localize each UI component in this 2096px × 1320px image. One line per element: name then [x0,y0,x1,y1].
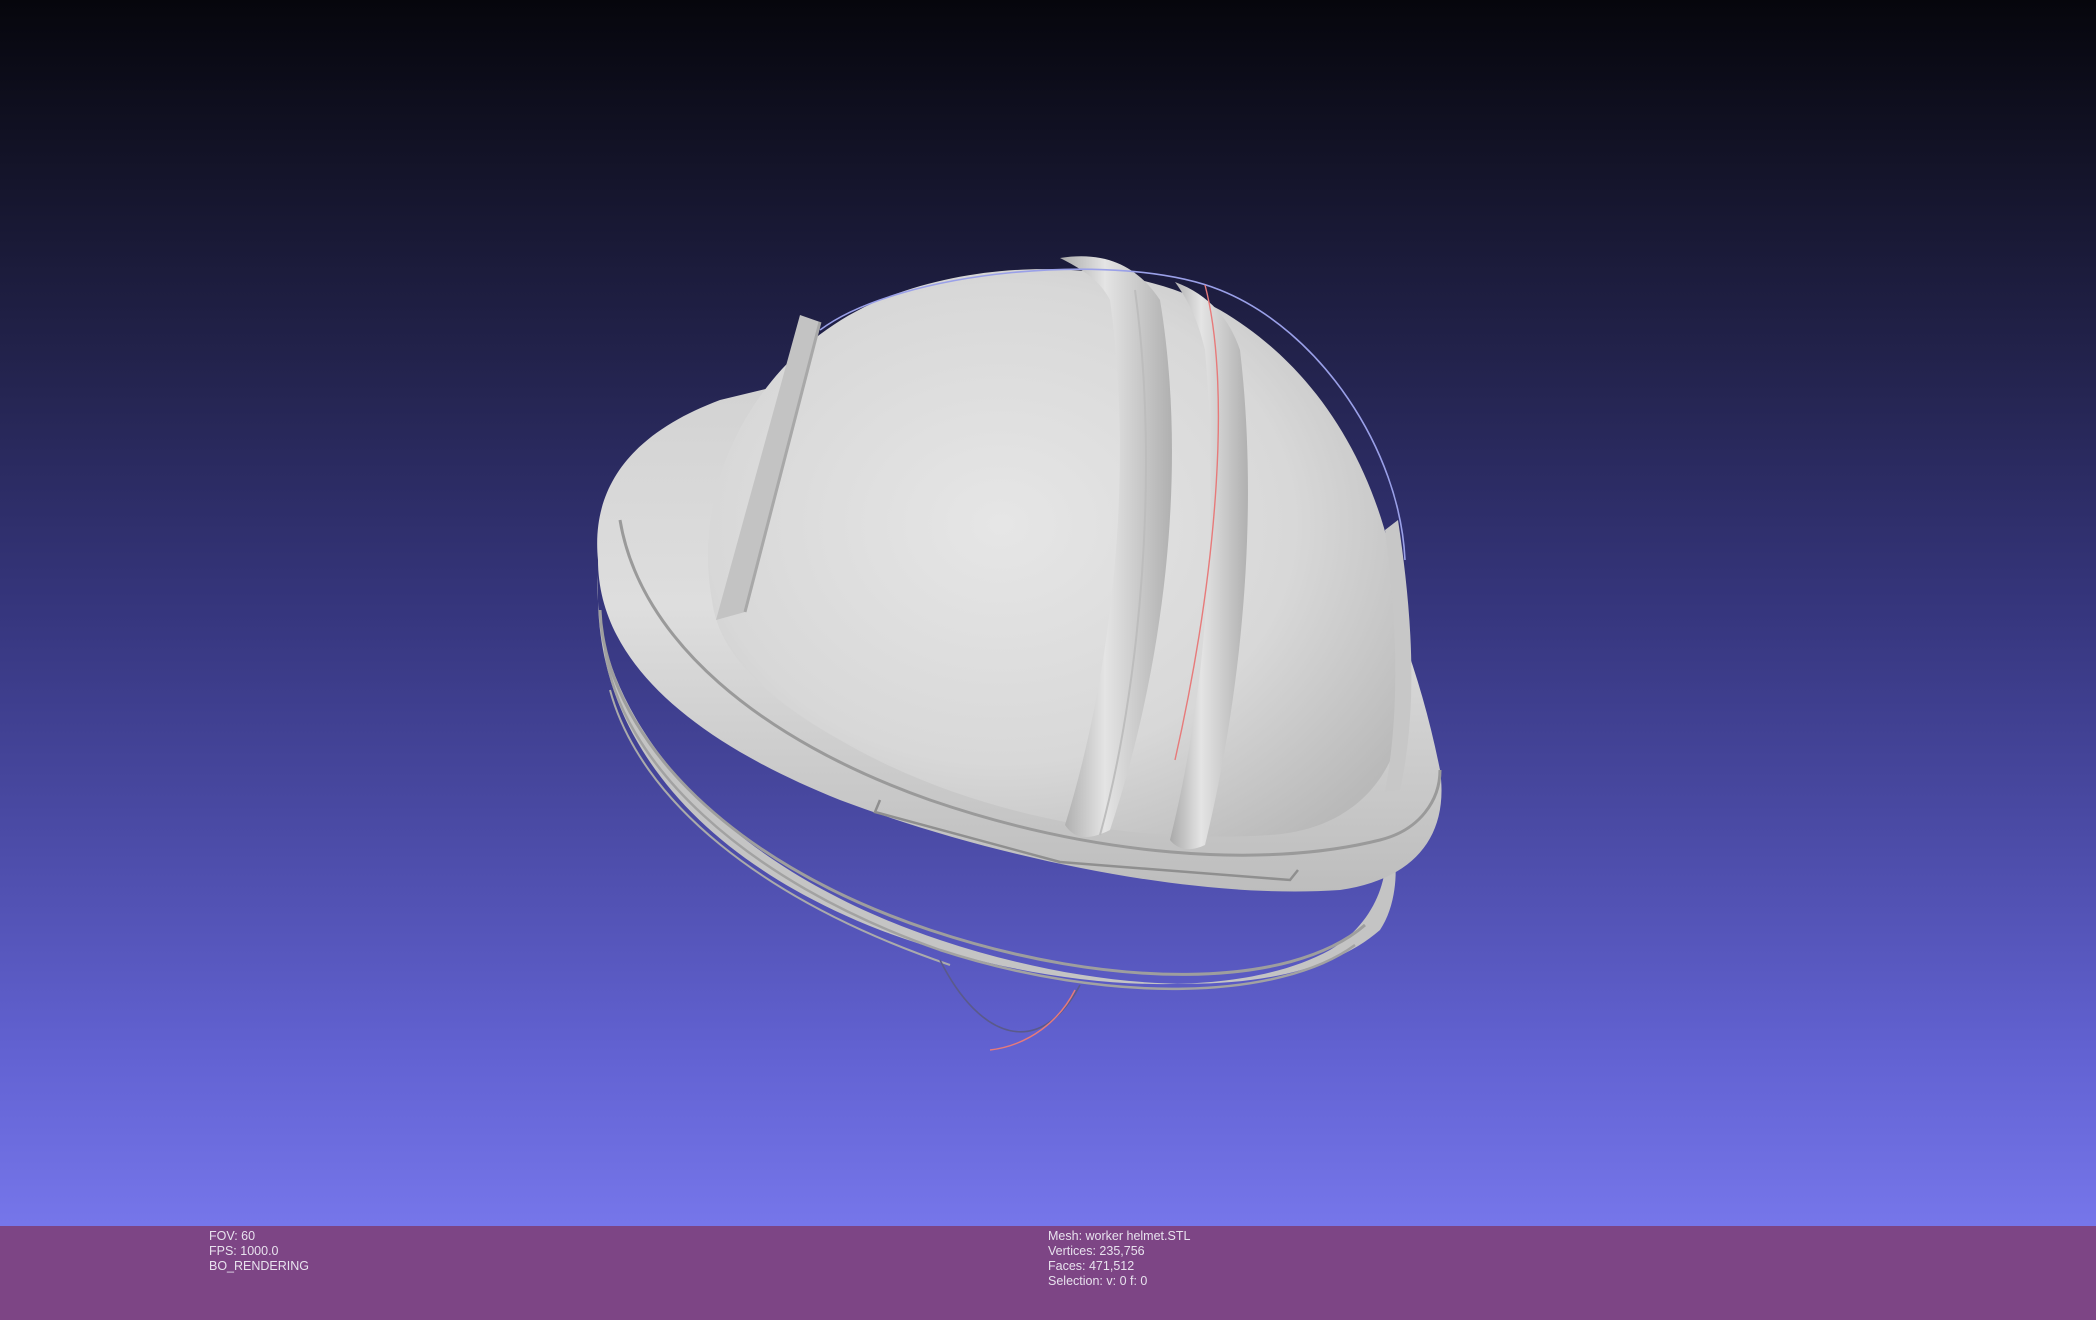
helmet-model-render[interactable] [0,0,2096,1226]
vertices-label: Vertices: 235,756 [1048,1244,1145,1258]
render-mode-label: BO_RENDERING [209,1259,310,1273]
mesh-name-label: Mesh: worker helmet.STL [1048,1229,1191,1243]
fps-label: FPS: 1000.0 [209,1244,279,1258]
selection-label: Selection: v: 0 f: 0 [1048,1274,1148,1288]
faces-label: Faces: 471,512 [1048,1259,1135,1273]
mesh-info: Mesh: worker helmet.STL Vertices: 235,75… [1048,1229,1190,1289]
fov-label: FOV: 60 [209,1229,256,1243]
render-info: FOV: 60 FPS: 1000.0 BO_RENDERING [209,1229,309,1274]
3d-viewport[interactable] [0,0,2096,1226]
